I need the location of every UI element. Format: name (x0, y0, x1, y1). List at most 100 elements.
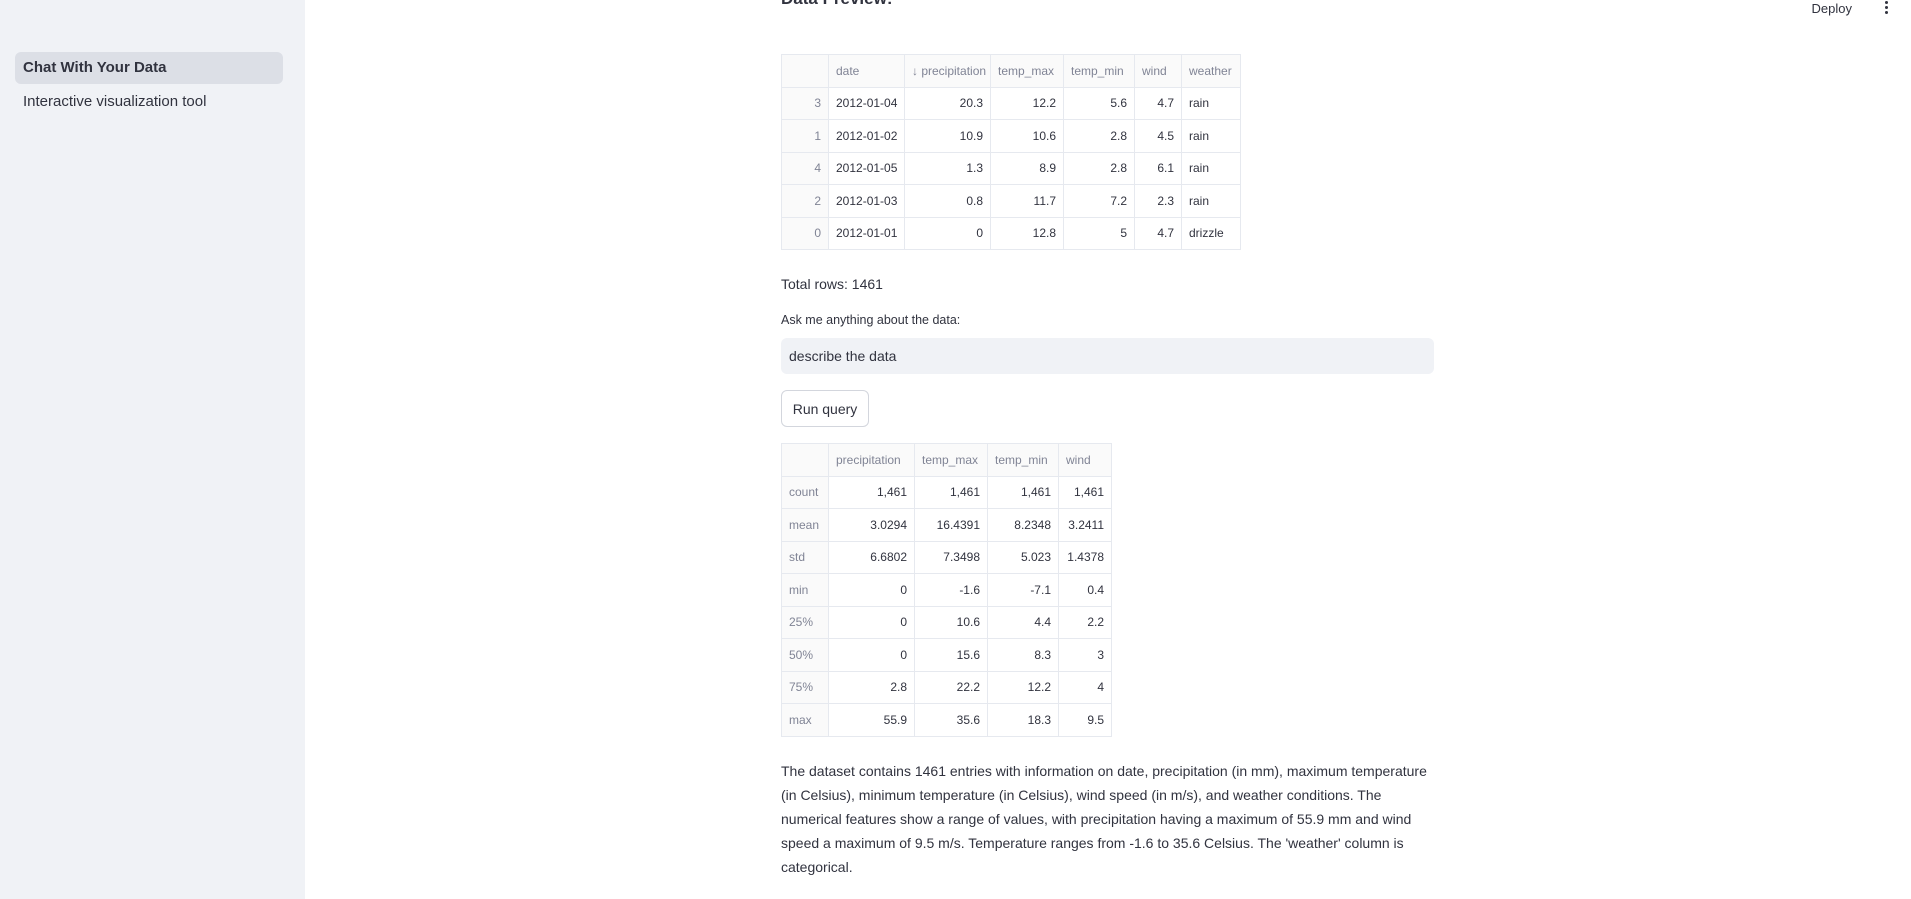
table-cell[interactable]: 3.0294 (828, 508, 915, 542)
sidebar-item-interactive-visualization-tool[interactable]: Interactive visualization tool (15, 86, 283, 118)
describe-table[interactable]: precipitation temp_max temp_min wind count 1… (781, 443, 1112, 737)
table-cell[interactable]: 0 (904, 216, 991, 250)
table-cell[interactable]: 2.8 (828, 670, 915, 704)
table-cell[interactable]: 0.8 (904, 184, 991, 218)
column-header[interactable] (781, 54, 829, 88)
table-cell[interactable]: 3.2411 (1058, 508, 1112, 542)
table-cell[interactable]: 6.1 (1134, 151, 1182, 185)
table-cell[interactable]: 5.023 (987, 540, 1059, 574)
table-cell[interactable]: 2.3 (1134, 184, 1182, 218)
table-cell[interactable]: 18.3 (987, 703, 1059, 737)
table-row[interactable]: 25% 0 10.6 4.4 2.2 (781, 605, 1112, 639)
table-cell[interactable]: 12.8 (990, 216, 1064, 250)
table-row[interactable]: 1 2012-01-02 10.9 10.6 2.8 4.5 rain (781, 119, 1241, 153)
table-cell[interactable]: 3 (1058, 638, 1112, 672)
table-row[interactable]: min 0 -1.6 -7.1 0.4 (781, 573, 1112, 607)
column-header[interactable]: weather (1181, 54, 1241, 88)
table-cell[interactable]: 5.6 (1063, 86, 1135, 120)
column-header[interactable]: wind (1058, 443, 1112, 477)
table-cell[interactable]: 1,461 (828, 475, 915, 509)
table-row[interactable]: max 55.9 35.6 18.3 9.5 (781, 703, 1112, 737)
row-index-cell[interactable]: max (781, 703, 829, 737)
sidebar-item-chat-with-your-data[interactable]: Chat With Your Data (15, 52, 283, 84)
table-cell[interactable]: 2012-01-05 (828, 151, 905, 185)
row-index-cell[interactable]: count (781, 475, 829, 509)
table-cell[interactable]: -7.1 (987, 573, 1059, 607)
table-cell[interactable]: 20.3 (904, 86, 991, 120)
table-cell[interactable]: 0.4 (1058, 573, 1112, 607)
table-cell[interactable]: 1,461 (1058, 475, 1112, 509)
table-cell[interactable]: 12.2 (990, 86, 1064, 120)
data-preview-table[interactable]: date ↓ precipitation temp_max temp_min wind w… (781, 54, 1241, 250)
row-index-cell[interactable]: 0 (781, 216, 829, 250)
column-header[interactable] (781, 443, 829, 477)
table-cell[interactable]: 4.5 (1134, 119, 1182, 153)
row-index-cell[interactable]: 25% (781, 605, 829, 639)
run-query-button[interactable]: Run query (781, 390, 869, 427)
table-row[interactable]: 2 2012-01-03 0.8 11.7 7.2 2.3 rain (781, 184, 1241, 218)
deploy-button[interactable]: Deploy (1812, 1, 1852, 16)
table-cell[interactable]: rain (1181, 86, 1241, 120)
table-cell[interactable]: -1.6 (914, 573, 988, 607)
table-cell[interactable]: 2012-01-02 (828, 119, 905, 153)
table-cell[interactable]: 4.7 (1134, 86, 1182, 120)
table-cell[interactable]: 1,461 (914, 475, 988, 509)
column-header[interactable]: date (828, 54, 905, 88)
column-header[interactable]: precipitation (828, 443, 915, 477)
table-cell[interactable]: 7.2 (1063, 184, 1135, 218)
table-cell[interactable]: 1,461 (987, 475, 1059, 509)
table-row[interactable]: count 1,461 1,461 1,461 1,461 (781, 475, 1112, 509)
table-row[interactable]: 50% 0 15.6 8.3 3 (781, 638, 1112, 672)
table-cell[interactable]: 10.6 (990, 119, 1064, 153)
table-cell[interactable]: 7.3498 (914, 540, 988, 574)
row-index-cell[interactable]: 1 (781, 119, 829, 153)
table-cell[interactable]: 2012-01-01 (828, 216, 905, 250)
query-input[interactable] (781, 338, 1434, 374)
table-row[interactable]: 4 2012-01-05 1.3 8.9 2.8 6.1 rain (781, 151, 1241, 185)
table-cell[interactable]: 8.2348 (987, 508, 1059, 542)
column-header[interactable]: temp_min (1063, 54, 1135, 88)
table-cell[interactable]: 2012-01-03 (828, 184, 905, 218)
table-row[interactable]: 3 2012-01-04 20.3 12.2 5.6 4.7 rain (781, 86, 1241, 120)
table-cell[interactable]: 16.4391 (914, 508, 988, 542)
table-cell[interactable]: 4.4 (987, 605, 1059, 639)
table-cell[interactable]: 4.7 (1134, 216, 1182, 250)
table-cell[interactable]: 15.6 (914, 638, 988, 672)
table-cell[interactable]: 9.5 (1058, 703, 1112, 737)
column-header[interactable]: temp_max (990, 54, 1064, 88)
row-index-cell[interactable]: 75% (781, 670, 829, 704)
table-cell[interactable]: 35.6 (914, 703, 988, 737)
table-cell[interactable]: 1.4378 (1058, 540, 1112, 574)
table-cell[interactable]: 10.9 (904, 119, 991, 153)
row-index-cell[interactable]: 50% (781, 638, 829, 672)
table-cell[interactable]: 0 (828, 638, 915, 672)
row-index-cell[interactable]: min (781, 573, 829, 607)
table-cell[interactable]: 10.6 (914, 605, 988, 639)
table-cell[interactable]: 8.9 (990, 151, 1064, 185)
column-header[interactable]: temp_min (987, 443, 1059, 477)
column-header[interactable]: temp_max (914, 443, 988, 477)
table-cell[interactable]: drizzle (1181, 216, 1241, 250)
table-cell[interactable]: 1.3 (904, 151, 991, 185)
row-index-cell[interactable]: 2 (781, 184, 829, 218)
table-cell[interactable]: rain (1181, 119, 1241, 153)
table-row[interactable]: mean 3.0294 16.4391 8.2348 3.2411 (781, 508, 1112, 542)
row-index-cell[interactable]: std (781, 540, 829, 574)
vertical-dots-icon[interactable] (1879, 1, 1893, 17)
table-cell[interactable]: 2.2 (1058, 605, 1112, 639)
table-cell[interactable]: 55.9 (828, 703, 915, 737)
table-cell[interactable]: rain (1181, 184, 1241, 218)
table-cell[interactable]: 6.6802 (828, 540, 915, 574)
table-cell[interactable]: 0 (828, 573, 915, 607)
table-cell[interactable]: 22.2 (914, 670, 988, 704)
table-row[interactable]: 75% 2.8 22.2 12.2 4 (781, 670, 1112, 704)
table-cell[interactable]: 4 (1058, 670, 1112, 704)
table-cell[interactable]: 12.2 (987, 670, 1059, 704)
row-index-cell[interactable]: 4 (781, 151, 829, 185)
table-cell[interactable]: 0 (828, 605, 915, 639)
row-index-cell[interactable]: 3 (781, 86, 829, 120)
table-cell[interactable]: 2.8 (1063, 151, 1135, 185)
table-cell[interactable]: 8.3 (987, 638, 1059, 672)
table-cell[interactable]: 2012-01-04 (828, 86, 905, 120)
table-cell[interactable]: rain (1181, 151, 1241, 185)
